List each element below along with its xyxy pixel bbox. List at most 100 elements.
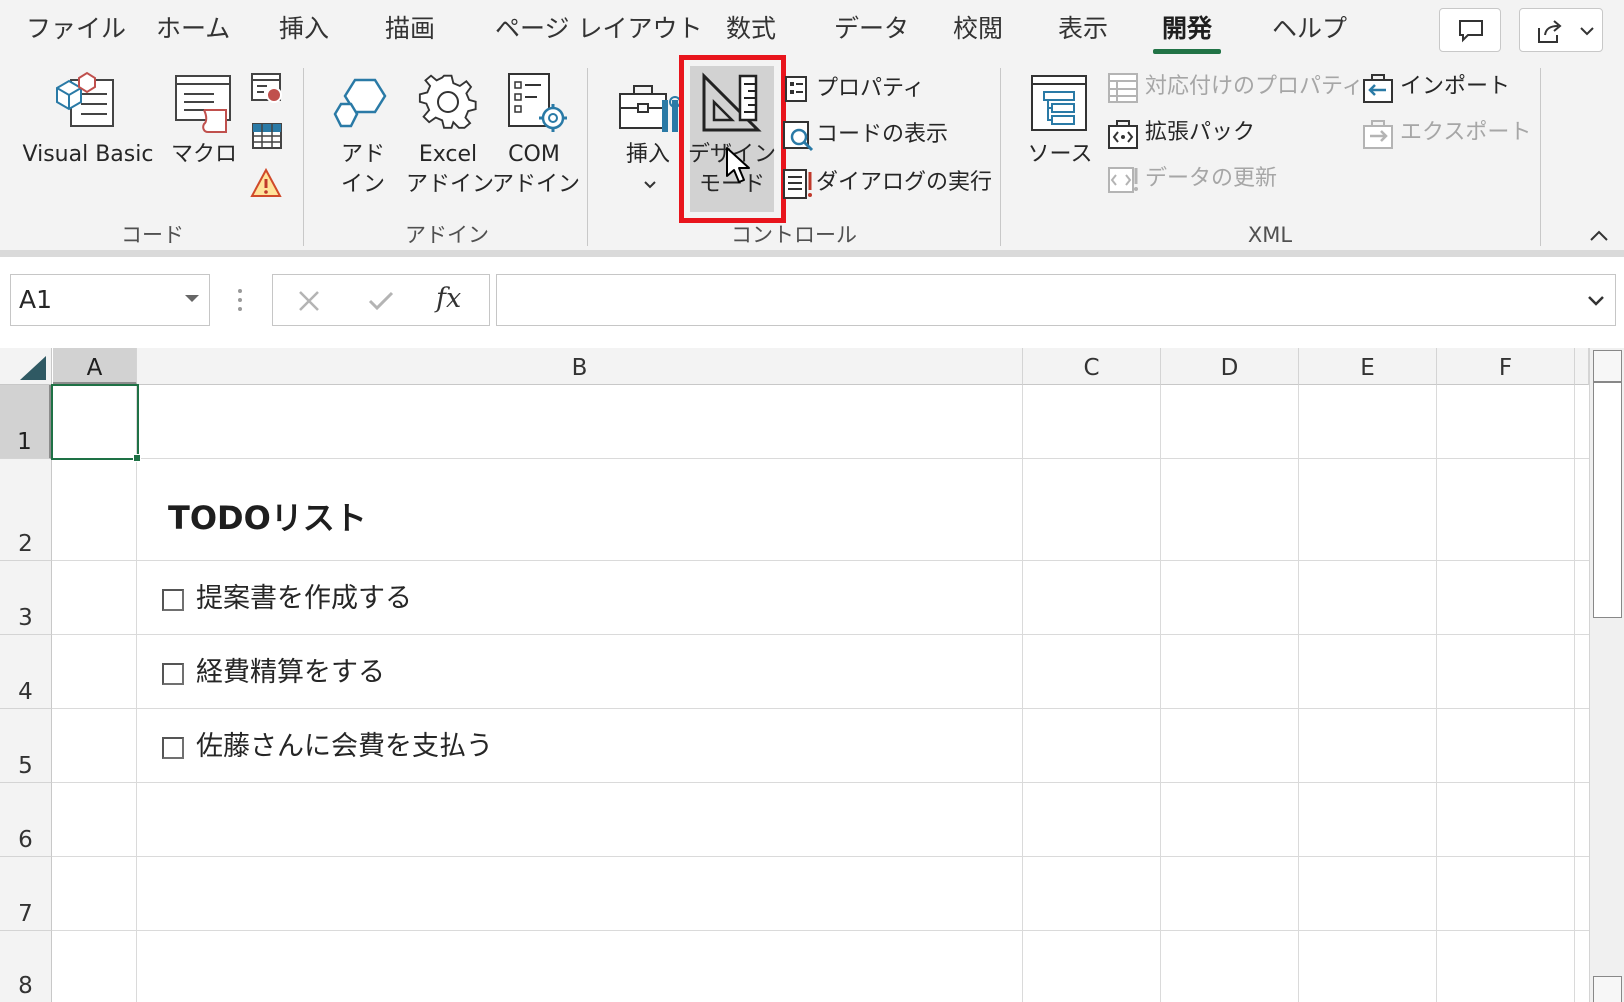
todo-item-label[interactable]: 提案書を作成する xyxy=(196,579,412,619)
row-header-1[interactable]: 1 xyxy=(0,385,52,459)
run-dialog-label[interactable]: ダイアログの実行 xyxy=(816,168,992,198)
tab-review[interactable]: 校閲 xyxy=(953,12,1003,46)
expansion-packs-icon[interactable] xyxy=(1107,118,1139,150)
row-header-6[interactable]: 6 xyxy=(0,783,52,857)
com-addin-icon[interactable] xyxy=(507,72,569,134)
comments-button[interactable] xyxy=(1439,8,1501,52)
worksheet-grid: A B C D E F 1 2 3 4 5 6 7 8 TODOリスト 提案書を… xyxy=(0,348,1624,1002)
group-separator xyxy=(303,68,304,246)
column-header-d[interactable]: D xyxy=(1161,348,1299,385)
view-code-icon[interactable] xyxy=(782,120,814,152)
visual-basic-label[interactable]: Visual Basic xyxy=(18,140,158,170)
tab-file[interactable]: ファイル xyxy=(26,12,126,46)
row-header-7[interactable]: 7 xyxy=(0,857,52,931)
tab-page-layout[interactable]: ページ レイアウト xyxy=(495,12,702,46)
gridline xyxy=(52,708,1589,709)
gridline xyxy=(1022,385,1023,1002)
chevron-down-icon xyxy=(1580,27,1594,36)
row-header-8[interactable]: 8 xyxy=(0,931,52,1002)
scroll-up-button[interactable] xyxy=(1593,350,1622,382)
formula-bar: A1 fx xyxy=(0,257,1624,337)
more-options-dots-icon[interactable] xyxy=(236,287,244,313)
enter-check-icon[interactable] xyxy=(367,289,395,313)
column-header-a[interactable]: A xyxy=(53,348,137,385)
tab-help[interactable]: ヘルプ xyxy=(1272,12,1347,46)
column-header-g-partial[interactable] xyxy=(1575,348,1589,385)
insert-control-label[interactable]: 挿入 xyxy=(614,140,682,170)
xml-source-label[interactable]: ソース xyxy=(1020,140,1100,170)
todo-item-label[interactable]: 経費精算をする xyxy=(196,653,385,693)
group-label-controls: コントロール xyxy=(731,223,857,247)
addin-icon[interactable] xyxy=(333,76,393,134)
excel-addin-label-2[interactable]: アドイン xyxy=(406,170,494,200)
tab-formulas[interactable]: 数式 xyxy=(726,12,776,46)
view-code-label[interactable]: コードの表示 xyxy=(816,120,948,150)
run-dialog-icon[interactable] xyxy=(782,168,814,200)
insert-function-button[interactable]: fx xyxy=(436,283,461,314)
tab-draw[interactable]: 描画 xyxy=(385,12,435,46)
column-header-c[interactable]: C xyxy=(1023,348,1161,385)
relative-reference-icon[interactable] xyxy=(251,122,283,150)
tab-data[interactable]: データ xyxy=(834,12,909,46)
macro-security-warning-icon[interactable] xyxy=(250,168,282,198)
todo-title[interactable]: TODOリスト xyxy=(168,493,367,539)
addin-label-2[interactable]: イン xyxy=(330,170,396,200)
tab-home[interactable]: ホーム xyxy=(156,12,230,46)
com-addin-label-1[interactable]: COM xyxy=(492,140,576,170)
gridline xyxy=(1298,385,1299,1002)
checkbox[interactable] xyxy=(162,663,184,685)
row-number: 8 xyxy=(18,973,33,999)
properties-label[interactable]: プロパティ xyxy=(816,74,925,104)
row-header-5[interactable]: 5 xyxy=(0,709,52,783)
refresh-data-label: データの更新 xyxy=(1145,166,1278,191)
scroll-thumb[interactable] xyxy=(1593,382,1622,618)
import-icon[interactable] xyxy=(1362,72,1394,104)
record-macro-icon[interactable] xyxy=(250,72,284,104)
gridline xyxy=(52,856,1589,857)
row-header-3[interactable]: 3 xyxy=(0,561,52,635)
excel-addin-label-1[interactable]: Excel xyxy=(406,140,490,170)
column-header-f[interactable]: F xyxy=(1437,348,1575,385)
column-header-b[interactable]: B xyxy=(137,348,1023,385)
vertical-scrollbar[interactable] xyxy=(1589,348,1624,1002)
gridline xyxy=(136,385,137,1002)
macro-label[interactable]: マクロ xyxy=(168,140,240,170)
insert-control-toolbox-icon[interactable] xyxy=(618,80,680,136)
tab-insert[interactable]: 挿入 xyxy=(279,12,329,46)
addin-label-1[interactable]: アド xyxy=(330,140,396,170)
xml-source-icon[interactable] xyxy=(1030,74,1090,134)
tab-view[interactable]: 表示 xyxy=(1058,12,1108,46)
group-label-xml: XML xyxy=(1247,223,1293,247)
name-box-dropdown-icon[interactable] xyxy=(185,295,199,302)
checkbox[interactable] xyxy=(162,737,184,759)
insert-dropdown-chevron-icon[interactable] xyxy=(643,180,657,190)
import-label[interactable]: インポート xyxy=(1400,72,1510,102)
com-addin-label-2[interactable]: アドイン xyxy=(492,170,580,200)
row-header-4[interactable]: 4 xyxy=(0,635,52,709)
todo-item-label[interactable]: 佐藤さんに会費を支払う xyxy=(196,727,493,767)
cancel-x-icon[interactable] xyxy=(297,289,321,313)
formula-input[interactable] xyxy=(496,274,1616,326)
select-all-corner[interactable] xyxy=(0,348,52,385)
comment-icon xyxy=(1459,20,1483,43)
gridline xyxy=(52,930,1589,931)
share-button[interactable] xyxy=(1519,8,1603,52)
expand-formula-chevron-down-icon[interactable] xyxy=(1587,295,1605,307)
tab-developer[interactable]: 開発 xyxy=(1162,12,1212,46)
checkbox[interactable] xyxy=(162,589,184,611)
gridline xyxy=(52,560,1589,561)
name-box[interactable]: A1 xyxy=(10,274,210,326)
expansion-packs-label[interactable]: 拡張パック xyxy=(1145,118,1255,148)
collapse-ribbon-chevron-up-icon[interactable] xyxy=(1589,228,1609,242)
visual-basic-icon[interactable] xyxy=(53,70,117,130)
properties-icon[interactable] xyxy=(784,75,808,103)
excel-addin-gear-icon[interactable] xyxy=(418,72,478,132)
scroll-down-button[interactable] xyxy=(1593,976,1622,1002)
export-icon xyxy=(1363,120,1393,149)
fill-handle[interactable] xyxy=(133,454,141,462)
gridline xyxy=(52,782,1589,783)
row-header-2[interactable]: 2 xyxy=(0,459,52,561)
active-cell-a1[interactable] xyxy=(51,384,139,460)
macro-icon[interactable] xyxy=(174,74,234,136)
column-header-e[interactable]: E xyxy=(1299,348,1437,385)
